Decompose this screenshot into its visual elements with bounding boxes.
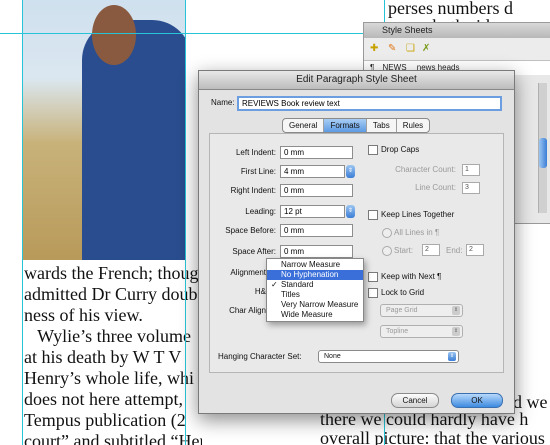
- delete-style-icon[interactable]: ✗: [422, 43, 430, 54]
- body-text-line: wards the French; thoug: [24, 263, 199, 283]
- popup-arrows-icon: ⇕: [452, 327, 460, 336]
- palette-scrollbar[interactable]: [538, 83, 547, 213]
- topline-value: Topline: [386, 328, 409, 335]
- drop-caps-label: Drop Caps: [381, 145, 420, 154]
- body-text-line: does not here attempt,: [24, 389, 183, 409]
- page-grid-popup[interactable]: Page Grid ⇕: [380, 304, 463, 317]
- start-radio[interactable]: [382, 246, 392, 256]
- menu-item-checked[interactable]: ✓ Standard: [267, 280, 363, 290]
- popup-arrows-icon: ⇕: [448, 352, 456, 361]
- ok-button[interactable]: OK: [451, 393, 503, 408]
- formats-panel: Left Indent: 0 mm First Line: 4 mm ⇕ Rig…: [209, 133, 504, 373]
- page-grid-value: Page Grid: [386, 307, 418, 314]
- body-text-line: ness of his view.: [24, 305, 143, 325]
- first-line-input[interactable]: 4 mm: [280, 165, 345, 178]
- left-indent-label: Left Indent:: [235, 148, 276, 157]
- start-input[interactable]: 2: [422, 244, 440, 256]
- palette-title: Style Sheets: [364, 23, 550, 38]
- line-count-input[interactable]: 3: [462, 182, 480, 194]
- line-count-label: Line Count:: [415, 183, 456, 192]
- checkmark-icon: ✓: [271, 280, 278, 289]
- drop-caps-checkbox[interactable]: [368, 145, 378, 155]
- topline-popup[interactable]: Topline ⇕: [380, 325, 463, 338]
- keep-lines-label: Keep Lines Together: [381, 210, 455, 219]
- layout-photo: [22, 0, 185, 260]
- hanging-char-set-value: None: [324, 353, 341, 360]
- menu-item[interactable]: Wide Measure: [267, 310, 363, 320]
- left-text-column: wards the French; thoug admitted Dr Curr…: [22, 260, 202, 445]
- edit-style-icon[interactable]: ✎: [388, 43, 396, 54]
- end-label: End:: [446, 246, 463, 255]
- hj-label: H&: [254, 287, 266, 296]
- guide-line: [22, 0, 23, 445]
- body-text-line: Wylie’s three volume: [24, 326, 192, 346]
- end-input[interactable]: 2: [466, 244, 484, 256]
- space-before-label: Space Before:: [225, 226, 276, 235]
- all-lines-radio[interactable]: [382, 228, 392, 238]
- right-indent-input[interactable]: 0 mm: [280, 184, 353, 197]
- hanging-char-set-label: Hanging Character Set:: [218, 352, 302, 361]
- lock-to-grid-checkbox[interactable]: [368, 288, 378, 298]
- keep-with-next-checkbox[interactable]: [368, 272, 378, 282]
- start-label: Start:: [394, 246, 414, 255]
- duplicate-style-icon[interactable]: ❏: [406, 43, 415, 54]
- hj-dropdown-menu: Narrow Measure No Hyphenation ✓ Standard…: [266, 258, 364, 322]
- menu-item-highlighted[interactable]: No Hyphenation: [267, 270, 363, 280]
- keep-with-next-label: Keep with Next ¶: [381, 272, 442, 281]
- leading-label: Leading:: [245, 207, 276, 216]
- first-line-stepper[interactable]: ⇕: [346, 165, 355, 178]
- menu-item-label: Standard: [281, 280, 314, 289]
- cancel-button[interactable]: Cancel: [391, 393, 439, 408]
- tab-formats[interactable]: Formats: [324, 119, 367, 132]
- space-after-label: Space After:: [232, 247, 276, 256]
- left-indent-input[interactable]: 0 mm: [280, 146, 353, 159]
- dialog-title: Edit Paragraph Style Sheet: [199, 71, 514, 90]
- tab-tabs[interactable]: Tabs: [367, 119, 397, 132]
- space-after-input[interactable]: 0 mm: [280, 245, 353, 258]
- all-lines-label: All Lines in ¶: [394, 228, 440, 237]
- tab-bar: General Formats Tabs Rules: [282, 118, 431, 133]
- keep-lines-checkbox[interactable]: [368, 210, 378, 220]
- space-before-input[interactable]: 0 mm: [280, 224, 353, 237]
- menu-item[interactable]: Very Narrow Measure: [267, 300, 363, 310]
- menu-item[interactable]: Titles: [267, 290, 363, 300]
- char-align-label: Char Align: [229, 306, 266, 315]
- popup-arrows-icon: ⇕: [452, 306, 460, 315]
- alignment-label: Alignment: [230, 268, 266, 277]
- body-text-line: court” and subtitled “Henry V, Sir: [24, 431, 202, 445]
- new-style-icon[interactable]: ✚: [370, 43, 378, 54]
- body-text-line: Tempus publication (2: [24, 410, 186, 430]
- leading-stepper[interactable]: ⇕: [346, 205, 355, 218]
- guide-line: [185, 0, 186, 445]
- tab-rules[interactable]: Rules: [397, 119, 429, 132]
- body-text-line: overall picture: that the various: [320, 428, 545, 445]
- lock-to-grid-label: Lock to Grid: [381, 288, 425, 297]
- name-label: Name:: [211, 98, 235, 107]
- body-text-line: at his death by W T V: [24, 347, 182, 367]
- first-line-label: First Line:: [240, 167, 276, 176]
- tab-general[interactable]: General: [283, 119, 325, 132]
- char-count-input[interactable]: 1: [462, 164, 480, 176]
- body-text-line: Henry’s whole life, whi: [24, 368, 194, 388]
- body-text-line: admitted Dr Curry doub: [24, 284, 198, 304]
- menu-item[interactable]: Narrow Measure: [267, 260, 363, 270]
- hanging-char-set-popup[interactable]: None ⇕: [318, 350, 459, 363]
- palette-toolbar: ✚ ✎ ❏ ✗: [364, 38, 550, 61]
- name-input[interactable]: REVIEWS Book review text: [237, 96, 502, 111]
- right-indent-label: Right Indent:: [230, 186, 276, 195]
- leading-input[interactable]: 12 pt: [280, 205, 345, 218]
- edit-paragraph-style-dialog: Edit Paragraph Style Sheet Name: REVIEWS…: [198, 70, 515, 414]
- char-count-label: Character Count:: [395, 165, 456, 174]
